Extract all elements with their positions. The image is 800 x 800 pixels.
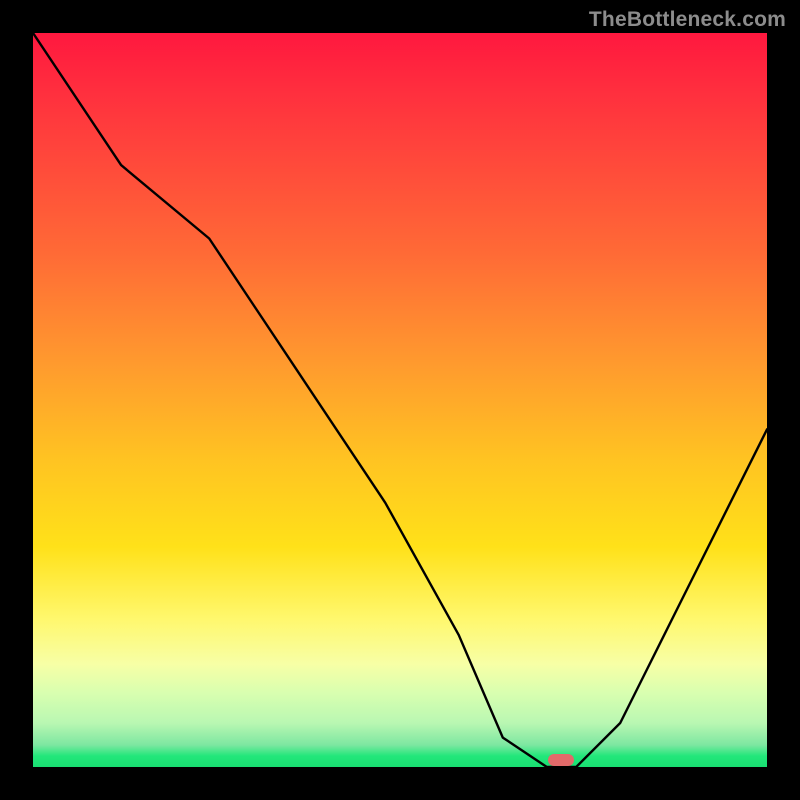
plot-area bbox=[33, 33, 767, 767]
optimal-point-marker bbox=[548, 754, 574, 766]
watermark-text: TheBottleneck.com bbox=[589, 8, 786, 32]
bottleneck-curve bbox=[33, 33, 767, 767]
chart-frame: TheBottleneck.com bbox=[0, 0, 800, 800]
